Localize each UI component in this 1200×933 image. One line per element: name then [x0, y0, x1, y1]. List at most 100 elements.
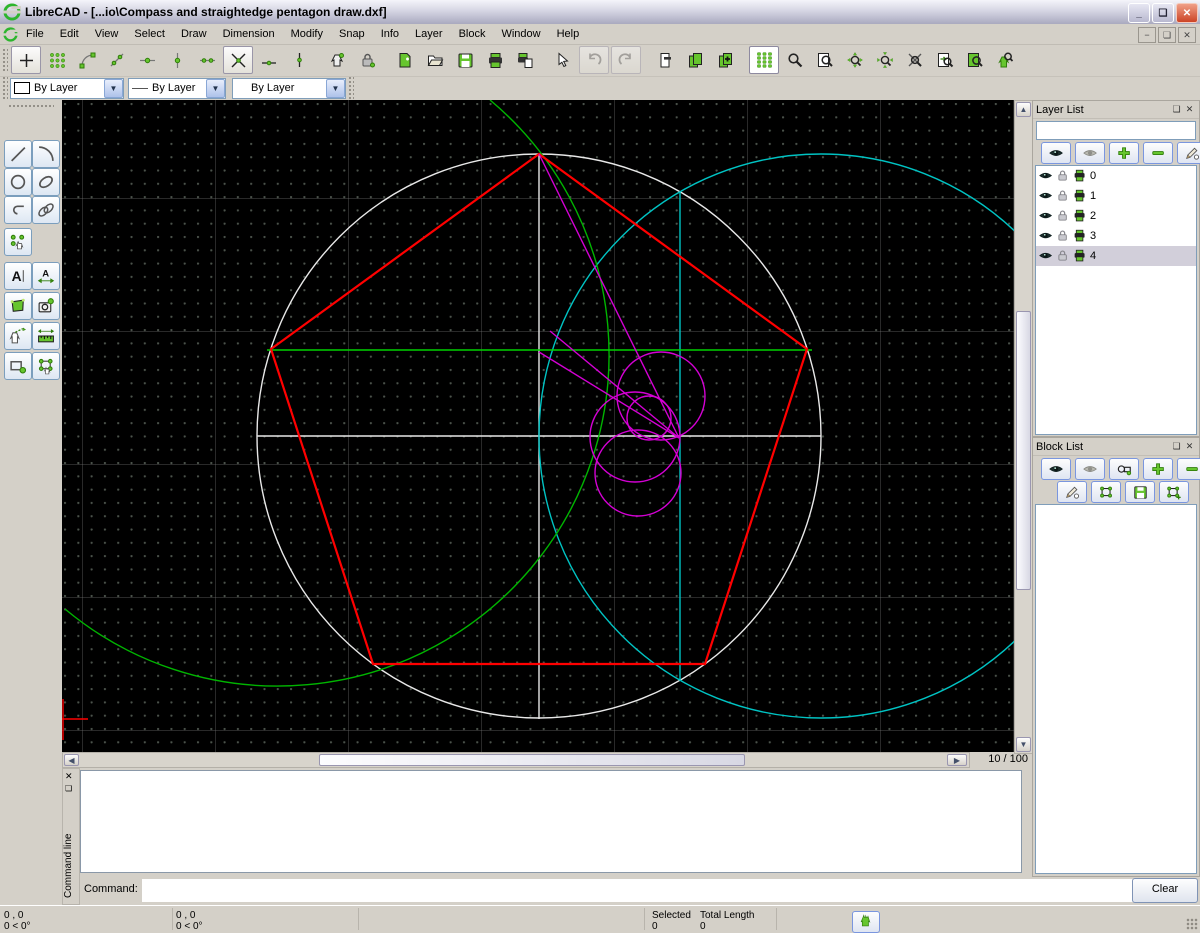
layer-row-4[interactable]: 4: [1036, 246, 1196, 266]
float-panel-icon[interactable]: ❏: [1170, 440, 1183, 453]
snap-hand-button[interactable]: [852, 911, 880, 933]
compass-arc-green[interactable]: [65, 100, 609, 686]
scroll-right-icon[interactable]: ▶: [947, 754, 967, 766]
layer-row-0[interactable]: 0: [1036, 166, 1196, 186]
set-relative-zero-button[interactable]: [323, 47, 351, 73]
menu-info[interactable]: Info: [373, 26, 407, 42]
menu-snap[interactable]: Snap: [331, 26, 373, 42]
mdi-restore-button[interactable]: ❏: [1158, 27, 1176, 43]
new-drawing-button[interactable]: [391, 47, 419, 73]
save-drawing-button[interactable]: [451, 47, 479, 73]
chevron-down-icon[interactable]: ▼: [326, 79, 345, 98]
layer-row-1[interactable]: 1: [1036, 186, 1196, 206]
zoom-previous-button[interactable]: [931, 47, 959, 73]
menu-dimension[interactable]: Dimension: [215, 26, 283, 42]
line-type-combobox[interactable]: By Layer ▼: [232, 78, 346, 99]
mdi-close-button[interactable]: ✕: [1178, 27, 1196, 43]
chevron-down-icon[interactable]: ▼: [104, 79, 123, 98]
dimension-tool[interactable]: A: [32, 262, 60, 290]
menu-edit[interactable]: Edit: [52, 26, 87, 42]
snap-on-entity-button[interactable]: [103, 47, 131, 73]
layer-row-2[interactable]: 2: [1036, 206, 1196, 226]
duplicate-block-button[interactable]: [681, 47, 709, 73]
create-block-button[interactable]: [1109, 458, 1139, 480]
float-panel-icon[interactable]: ❏: [1170, 103, 1183, 116]
line-width-combobox[interactable]: By Layer ▼: [128, 78, 226, 99]
circle-tool[interactable]: [4, 168, 32, 196]
restrict-vertical-button[interactable]: [285, 47, 313, 73]
scroll-left-icon[interactable]: ◀: [64, 754, 79, 766]
select-tool[interactable]: [4, 322, 32, 350]
menu-help[interactable]: Help: [549, 26, 588, 42]
minimize-button[interactable]: _: [1128, 3, 1150, 23]
points-tool[interactable]: [4, 228, 32, 256]
drawing-canvas[interactable]: [62, 100, 1014, 752]
image-tool[interactable]: [32, 292, 60, 320]
layer-row-3[interactable]: 3: [1036, 226, 1196, 246]
zoom-page-button[interactable]: [961, 47, 989, 73]
construction-circle-4-magenta[interactable]: [627, 396, 671, 440]
snap-center-button[interactable]: [133, 47, 161, 73]
toolbar-handle[interactable]: [348, 76, 354, 100]
scroll-up-icon[interactable]: ▲: [1016, 102, 1031, 117]
line-tool[interactable]: [4, 140, 32, 168]
remove-block-button[interactable]: [651, 47, 679, 73]
snap-middle-button[interactable]: [163, 47, 191, 73]
add-block-button[interactable]: [711, 47, 739, 73]
menu-view[interactable]: View: [87, 26, 127, 42]
vertical-scrollbar[interactable]: ▲ ▼: [1014, 100, 1033, 754]
restrict-horizontal-button[interactable]: [255, 47, 283, 73]
block-list-header[interactable]: Block List ❏ ✕: [1033, 438, 1199, 456]
zoom-increase-button[interactable]: [841, 47, 869, 73]
hide-all-layers-button[interactable]: [1075, 142, 1105, 164]
text-tool[interactable]: A: [4, 262, 32, 290]
command-dock-titlebar[interactable]: ✕ ❏ Command line: [62, 768, 80, 905]
toolbar-handle[interactable]: [2, 48, 8, 72]
block-list[interactable]: [1035, 504, 1197, 874]
chevron-down-icon[interactable]: ▼: [206, 79, 225, 98]
open-drawing-button[interactable]: [421, 47, 449, 73]
command-input[interactable]: [142, 879, 1190, 902]
selection-pointer-button[interactable]: [549, 47, 577, 73]
close-button[interactable]: ✕: [1176, 3, 1198, 23]
insert-block-button[interactable]: [1159, 481, 1189, 503]
toggle-grid-button[interactable]: [749, 46, 779, 74]
close-dock-icon[interactable]: ✕: [65, 771, 73, 782]
menu-modify[interactable]: Modify: [283, 26, 331, 42]
measure-tool[interactable]: [32, 322, 60, 350]
zoom-window-button[interactable]: [811, 47, 839, 73]
edit-block-button[interactable]: [1091, 481, 1121, 503]
arc-tool[interactable]: [32, 140, 60, 168]
snap-distance-button[interactable]: [193, 47, 221, 73]
snap-grid-button[interactable]: [43, 47, 71, 73]
scroll-down-icon[interactable]: ▼: [1016, 737, 1031, 752]
snap-endpoints-button[interactable]: [73, 47, 101, 73]
resize-grip[interactable]: [1186, 918, 1198, 930]
clear-button[interactable]: Clear: [1132, 878, 1198, 903]
toolbar-handle[interactable]: [2, 76, 8, 100]
layer-list[interactable]: 01234: [1035, 165, 1197, 435]
mdi-minimize-button[interactable]: −: [1138, 27, 1156, 43]
menu-select[interactable]: Select: [126, 26, 173, 42]
command-history[interactable]: [80, 770, 1022, 873]
remove-block-button[interactable]: [1177, 458, 1200, 480]
menu-window[interactable]: Window: [493, 26, 548, 42]
ellipse-tool[interactable]: [32, 168, 60, 196]
menu-layer[interactable]: Layer: [407, 26, 451, 42]
block-tool[interactable]: [4, 352, 32, 380]
snap-free-button[interactable]: [11, 46, 41, 74]
polyline-tool[interactable]: [4, 196, 32, 224]
close-panel-icon[interactable]: ✕: [1183, 103, 1196, 116]
show-all-layers-button[interactable]: [1041, 142, 1071, 164]
hide-all-blocks-button[interactable]: [1075, 458, 1105, 480]
close-panel-icon[interactable]: ✕: [1183, 440, 1196, 453]
lock-relative-zero-button[interactable]: [353, 47, 381, 73]
menu-file[interactable]: File: [18, 26, 52, 42]
add-block-button[interactable]: [1143, 458, 1173, 480]
hatch-tool[interactable]: [4, 292, 32, 320]
layer-filter-input[interactable]: [1036, 121, 1196, 140]
rename-block-button[interactable]: [1057, 481, 1087, 503]
save-block-button[interactable]: [1125, 481, 1155, 503]
remove-layer-button[interactable]: [1143, 142, 1173, 164]
spline-tool[interactable]: [32, 196, 60, 224]
